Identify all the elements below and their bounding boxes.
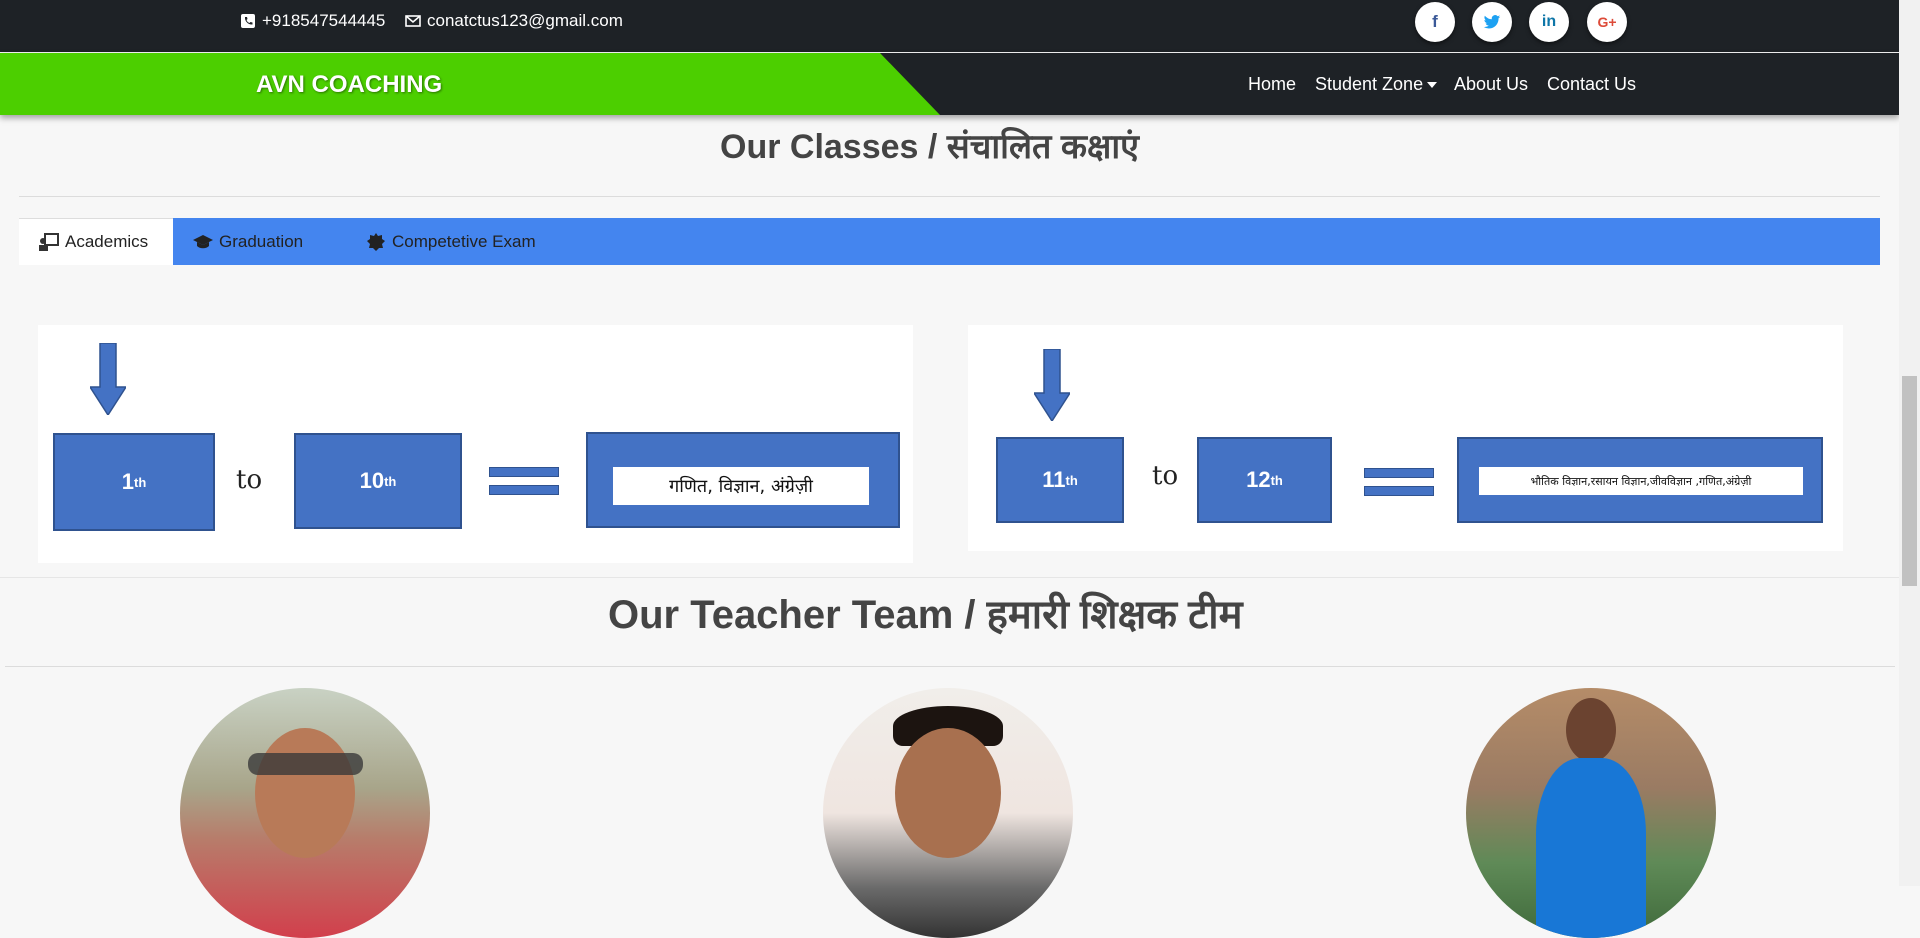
class-from-box: 1th bbox=[53, 433, 215, 531]
class-from-suffix: th bbox=[133, 474, 147, 490]
nav-student-zone-dropdown[interactable]: Student Zone bbox=[1315, 74, 1438, 95]
subjects-box: गणित, विज्ञान, अंग्रेज़ी bbox=[586, 432, 900, 528]
certificate-icon bbox=[367, 232, 385, 251]
team-section-title: Our Teacher Team / हमारी शिक्षक टीम bbox=[608, 593, 1243, 637]
linkedin-icon[interactable]: in bbox=[1529, 2, 1569, 42]
tab-competetive-exam[interactable]: Competetive Exam bbox=[346, 218, 556, 265]
class-card-1-to-10: 1th to 10th गणित, विज्ञान, अंग्रेज़ी bbox=[38, 325, 913, 563]
nav-about-us[interactable]: About Us bbox=[1454, 74, 1528, 95]
class-to-suffix: th bbox=[384, 473, 397, 489]
chalkboard-teacher-icon bbox=[39, 233, 59, 251]
nav-student-zone-label: Student Zone bbox=[1315, 74, 1424, 94]
class-from-suffix: th bbox=[1065, 472, 1078, 488]
scrollbar-thumb[interactable] bbox=[1902, 376, 1917, 586]
class-from-box: 11th bbox=[996, 437, 1124, 523]
class-to-suffix: th bbox=[1270, 472, 1283, 488]
phone-contact[interactable]: +918547544445 bbox=[240, 11, 385, 31]
top-contact-bar: +918547544445 conatctus123@gmail.com f i… bbox=[0, 0, 1899, 52]
subjects-text: भौतिक विज्ञान,रसायन विज्ञान,जीवविज्ञान ,… bbox=[1479, 467, 1803, 495]
down-arrow-icon bbox=[90, 343, 126, 415]
class-to-box: 12th bbox=[1197, 437, 1332, 523]
teacher-photo-1 bbox=[180, 688, 430, 938]
email-contact[interactable]: conatctus123@gmail.com bbox=[405, 11, 623, 31]
class-tabs: Academics Graduation Competetive Exam bbox=[19, 218, 1880, 265]
to-label: to bbox=[236, 465, 263, 495]
class-from-number: 11 bbox=[1042, 467, 1066, 492]
to-label: to bbox=[1152, 461, 1179, 491]
tab-academics-label: Academics bbox=[65, 232, 149, 251]
nav-contact-us[interactable]: Contact Us bbox=[1547, 74, 1636, 95]
equals-sign bbox=[1364, 468, 1434, 496]
phone-number: +918547544445 bbox=[262, 11, 386, 30]
subjects-box: भौतिक विज्ञान,रसायन विज्ञान,जीवविज्ञान ,… bbox=[1457, 437, 1823, 523]
teacher-photo-2 bbox=[823, 688, 1073, 938]
graduation-cap-icon bbox=[193, 234, 213, 248]
divider bbox=[5, 666, 1895, 667]
class-from-number: 1 bbox=[121, 469, 134, 494]
brand-logo-text[interactable]: AVN COACHING bbox=[256, 71, 442, 99]
tab-graduation-label: Graduation bbox=[219, 231, 304, 251]
email-address: conatctus123@gmail.com bbox=[427, 11, 623, 30]
tab-academics[interactable]: Academics bbox=[19, 218, 173, 265]
class-to-number: 10 bbox=[359, 468, 385, 493]
tab-graduation[interactable]: Graduation bbox=[173, 218, 323, 265]
class-to-number: 12 bbox=[1246, 467, 1271, 492]
tab-competetive-exam-label: Competetive Exam bbox=[392, 231, 536, 251]
brand-background bbox=[0, 53, 940, 115]
phone-icon bbox=[241, 14, 255, 28]
section-divider bbox=[0, 577, 1899, 578]
twitter-icon[interactable] bbox=[1472, 2, 1512, 42]
nav-home[interactable]: Home bbox=[1248, 74, 1296, 95]
google-plus-icon[interactable]: G+ bbox=[1587, 2, 1627, 42]
classes-section-title: Our Classes / संचालित कक्षाएं bbox=[720, 128, 1139, 166]
caret-down-icon bbox=[1427, 82, 1438, 89]
facebook-icon[interactable]: f bbox=[1415, 2, 1455, 42]
teacher-photo-3 bbox=[1466, 688, 1716, 938]
divider bbox=[19, 196, 1880, 197]
class-card-11-to-12: 11th to 12th भौतिक विज्ञान,रसायन विज्ञान… bbox=[968, 325, 1843, 551]
subjects-text: गणित, विज्ञान, अंग्रेज़ी bbox=[613, 467, 869, 505]
main-navbar: AVN COACHING Home Student Zone About Us … bbox=[0, 53, 1899, 115]
class-to-box: 10th bbox=[294, 433, 462, 529]
equals-sign bbox=[489, 467, 559, 495]
down-arrow-icon bbox=[1034, 349, 1070, 421]
page-scrollbar[interactable] bbox=[1899, 0, 1920, 886]
envelope-icon bbox=[405, 15, 421, 27]
